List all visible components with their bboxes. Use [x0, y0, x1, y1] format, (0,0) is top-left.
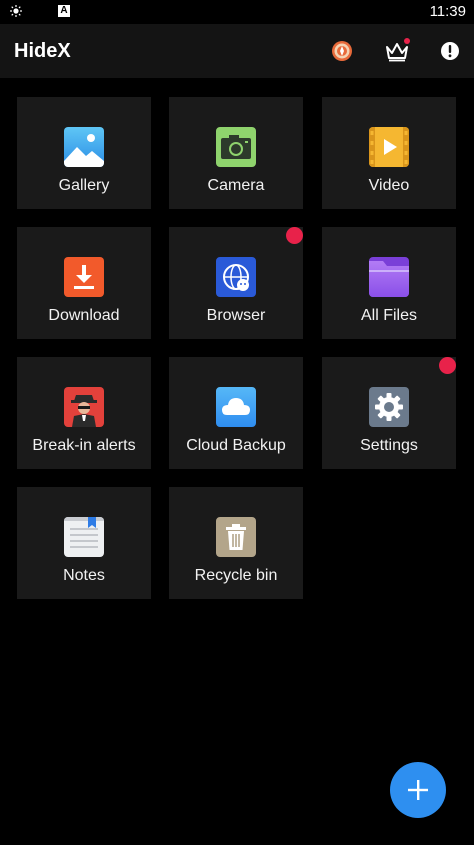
- tile-label: All Files: [360, 307, 417, 324]
- tile-label: Notes: [63, 567, 105, 584]
- gallery-icon: [64, 127, 104, 167]
- tile-gallery[interactable]: Gallery: [17, 97, 151, 209]
- tile-label: Camera: [207, 177, 265, 194]
- tile-label: Gallery: [58, 177, 110, 194]
- tile-label: Settings: [360, 437, 418, 454]
- notification-dot: [404, 38, 410, 44]
- gear-icon: [369, 387, 409, 427]
- tile-label: Browser: [206, 307, 266, 324]
- tile-label: Video: [368, 177, 410, 194]
- status-bar: A 11:39: [0, 0, 474, 24]
- info-button[interactable]: [436, 37, 464, 65]
- tile-break-in-alerts[interactable]: Break-in alerts: [17, 357, 151, 469]
- notes-icon: [64, 517, 104, 557]
- tile-recycle-bin[interactable]: Recycle bin: [169, 487, 303, 599]
- cloud-icon: [216, 387, 256, 427]
- download-icon: [64, 257, 104, 297]
- video-icon: [369, 127, 409, 167]
- tile-download[interactable]: Download: [17, 227, 151, 339]
- notification-dot: [286, 227, 303, 244]
- tile-label: Cloud Backup: [186, 437, 286, 454]
- camera-icon: [216, 127, 256, 167]
- tile-video[interactable]: Video: [322, 97, 456, 209]
- app-title: HideX: [14, 40, 71, 62]
- app-bar: HideX: [0, 24, 474, 78]
- folder-icon: [369, 257, 409, 297]
- tile-settings[interactable]: Settings: [322, 357, 456, 469]
- plus-icon: [408, 780, 428, 800]
- tile-cloud-backup[interactable]: Cloud Backup: [169, 357, 303, 469]
- tile-label: Download: [48, 307, 120, 324]
- tile-notes[interactable]: Notes: [17, 487, 151, 599]
- theme-icon: [332, 41, 352, 61]
- add-button[interactable]: [390, 762, 446, 818]
- premium-button[interactable]: [383, 37, 411, 65]
- theme-button[interactable]: [328, 37, 356, 65]
- intruder-icon: [64, 387, 104, 427]
- notification-dot: [439, 357, 456, 374]
- tile-browser[interactable]: Browser: [169, 227, 303, 339]
- status-time: 11:39: [429, 3, 466, 20]
- browser-icon: [216, 257, 256, 297]
- tile-label: Recycle bin: [194, 567, 278, 584]
- info-icon: [441, 42, 459, 60]
- tile-all-files[interactable]: All Files: [322, 227, 456, 339]
- a-icon: A: [58, 5, 70, 17]
- tile-label: Break-in alerts: [32, 437, 136, 454]
- tile-camera[interactable]: Camera: [169, 97, 303, 209]
- trash-icon: [216, 517, 256, 557]
- brightness-icon: [10, 5, 22, 17]
